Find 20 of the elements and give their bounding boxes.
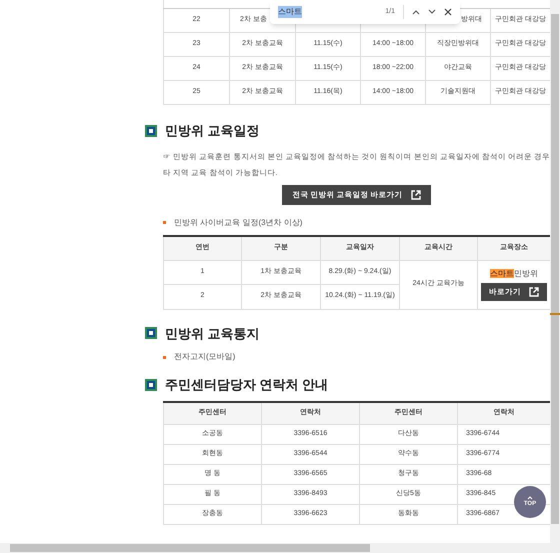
- horizontal-scrollbar[interactable]: [0, 543, 560, 553]
- bullet-icon: [163, 221, 166, 224]
- section-title: 주민센터담당자 연락처 안내: [165, 376, 328, 394]
- section-title: 민방위 교육일정: [165, 122, 260, 140]
- bullet-icon: [163, 356, 166, 358]
- external-link-icon: [529, 287, 539, 297]
- chevron-up-icon: [527, 496, 533, 500]
- section-icon: [145, 124, 157, 137]
- chevron-down-icon[interactable]: [428, 9, 436, 15]
- vertical-scrollbar[interactable]: [550, 0, 560, 543]
- place-text: 스마트민방위: [490, 268, 538, 280]
- external-link-icon: [410, 190, 421, 200]
- section-title: 민방위 교육통지: [165, 324, 260, 342]
- section-icon: [145, 378, 157, 391]
- section-icon: [145, 327, 157, 340]
- close-icon[interactable]: [444, 8, 452, 16]
- chevron-up-icon[interactable]: [412, 9, 420, 15]
- bullet-text: 민방위 사이버교육 일정(3년차 이상): [174, 216, 302, 228]
- bullet-text: 전자고지(모바일): [174, 351, 236, 363]
- find-query[interactable]: 스마트: [278, 6, 302, 18]
